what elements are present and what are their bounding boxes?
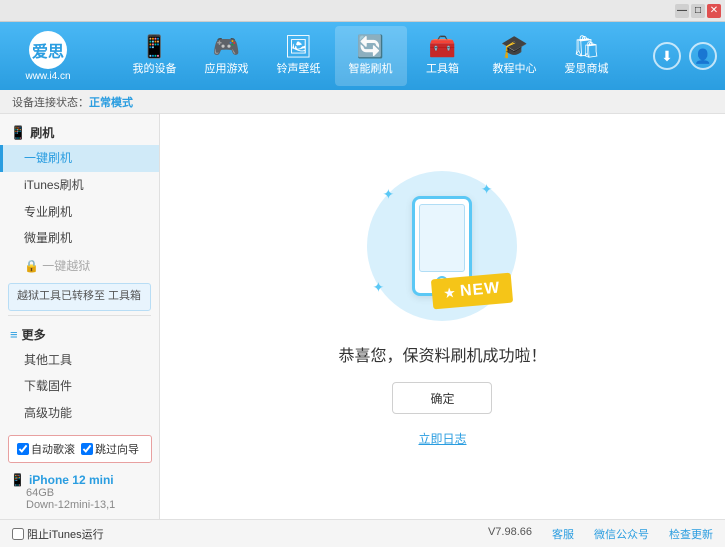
store-icon: 🛍 xyxy=(573,36,601,58)
nav-smart-flash-label: 智能刷机 xyxy=(349,60,393,76)
reboot-link[interactable]: 立即日志 xyxy=(418,430,466,447)
nav-bar: 📱 我的设备 🎮 应用游戏 🖼 铃声壁纸 🔄 智能刷机 🧰 工具箱 🎓 教程中心… xyxy=(96,26,645,86)
sidebar-item-advanced[interactable]: 高级功能 xyxy=(0,400,159,427)
main-layout: 📱 刷机 一键刷机 iTunes刷机 专业刷机 微量刷机 🔒 一键越狱 越狱工具… xyxy=(0,114,725,519)
tutorial-icon: 🎓 xyxy=(501,36,528,58)
sparkle-icon-2: ✦ xyxy=(481,181,493,198)
device-phone-icon: 📱 xyxy=(10,473,25,487)
flash-section-icon: 📱 xyxy=(10,125,26,141)
toolbox-icon: 🧰 xyxy=(429,36,456,58)
customer-service-link[interactable]: 客服 xyxy=(552,526,574,542)
phone-illustration: ✦ ✦ ✦ NEW xyxy=(362,166,522,326)
success-message: 恭喜您，保资料刷机成功啦！ xyxy=(338,342,546,366)
statusbar-left: 阻止iTunes运行 xyxy=(12,526,488,542)
statusbar-right: V7.98.66 客服 微信公众号 检查更新 xyxy=(488,526,713,542)
more-section-label: 更多 xyxy=(22,326,46,343)
itunes-block-checkbox[interactable] xyxy=(12,528,24,540)
new-badge: NEW xyxy=(431,273,514,310)
nav-store-label: 爱思商城 xyxy=(565,60,609,76)
jailbreak-label: 一键越狱 xyxy=(42,259,90,273)
nav-smart-flash[interactable]: 🔄 智能刷机 xyxy=(335,26,407,86)
sidebar-item-itunes-flash[interactable]: iTunes刷机 xyxy=(0,172,159,199)
titlebar: — □ ✕ xyxy=(0,0,725,22)
connection-bar: 设备连接状态： 正常模式 xyxy=(0,90,725,114)
version-text: V7.98.66 xyxy=(488,526,532,542)
device-section: 自动歌滚 跳过向导 📱 iPhone 12 mini 64GB Down-12m… xyxy=(0,435,160,517)
sidebar-divider-1 xyxy=(8,315,151,316)
nav-wallpaper[interactable]: 🖼 铃声壁纸 xyxy=(263,26,335,86)
wechat-public-link[interactable]: 微信公众号 xyxy=(594,526,649,542)
sidebar-more-section: ≡ 更多 xyxy=(0,320,159,347)
phone-screen xyxy=(419,204,465,272)
itunes-block-label[interactable]: 阻止iTunes运行 xyxy=(12,526,488,542)
nav-toolbox[interactable]: 🧰 工具箱 xyxy=(407,26,479,86)
close-button[interactable]: ✕ xyxy=(707,4,721,18)
skip-wizard-checkbox[interactable] xyxy=(81,443,93,455)
statusbar: 阻止iTunes运行 V7.98.66 客服 微信公众号 检查更新 xyxy=(0,519,725,547)
wallpaper-icon: 🖼 xyxy=(285,36,313,58)
nav-toolbox-label: 工具箱 xyxy=(426,60,459,76)
nav-apps[interactable]: 🎮 应用游戏 xyxy=(191,26,263,86)
download-button[interactable]: ⬇ xyxy=(653,42,681,70)
sidebar-item-pro-flash[interactable]: 专业刷机 xyxy=(0,199,159,226)
auto-dismiss-checkbox[interactable] xyxy=(17,443,29,455)
sidebar-item-wipe-flash[interactable]: 微量刷机 xyxy=(0,225,159,252)
sidebar-item-other-tools[interactable]: 其他工具 xyxy=(0,347,159,374)
nav-store[interactable]: 🛍 爱思商城 xyxy=(551,26,623,86)
nav-tutorial-label: 教程中心 xyxy=(493,60,537,76)
content-area: ✦ ✦ ✦ NEW 恭喜您，保资料刷机成功啦！ 确定 立即日志 xyxy=(160,114,725,519)
sidebar-item-download-firmware[interactable]: 下载固件 xyxy=(0,373,159,400)
confirm-button[interactable]: 确定 xyxy=(392,382,492,414)
smart-flash-icon: 🔄 xyxy=(357,36,384,58)
nav-wallpaper-label: 铃声壁纸 xyxy=(277,60,321,76)
header: 爱思 www.i4.cn 📱 我的设备 🎮 应用游戏 🖼 铃声壁纸 🔄 智能刷机… xyxy=(0,22,725,90)
sidebar-item-jailbreak-disabled: 🔒 一键越狱 xyxy=(0,252,159,279)
maximize-button[interactable]: □ xyxy=(691,4,705,18)
device-storage: 64GB xyxy=(10,487,150,499)
device-model: Down-12mini-13,1 xyxy=(10,499,150,511)
device-name: 📱 iPhone 12 mini xyxy=(10,473,150,487)
device-info: 📱 iPhone 12 mini 64GB Down-12mini-13,1 xyxy=(0,467,160,517)
logo-subtitle: www.i4.cn xyxy=(25,71,70,82)
minimize-button[interactable]: — xyxy=(675,4,689,18)
sparkle-icon-3: ✦ xyxy=(372,279,384,296)
header-right: ⬇ 👤 xyxy=(653,42,717,70)
more-section-icon: ≡ xyxy=(10,327,18,342)
check-update-link[interactable]: 检查更新 xyxy=(669,526,713,542)
success-area: ✦ ✦ ✦ NEW 恭喜您，保资料刷机成功啦！ 确定 立即日志 xyxy=(338,166,546,447)
auto-dismiss-checkbox-label[interactable]: 自动歌滚 xyxy=(17,441,75,457)
sidebar-flash-section: 📱 刷机 xyxy=(0,118,159,145)
skip-wizard-checkbox-label[interactable]: 跳过向导 xyxy=(81,441,139,457)
user-button[interactable]: 👤 xyxy=(689,42,717,70)
sidebar: 📱 刷机 一键刷机 iTunes刷机 专业刷机 微量刷机 🔒 一键越狱 越狱工具… xyxy=(0,114,160,519)
device-name-text: iPhone 12 mini xyxy=(29,473,114,487)
conn-status: 正常模式 xyxy=(89,94,133,110)
nav-tutorial[interactable]: 🎓 教程中心 xyxy=(479,26,551,86)
my-device-icon: 📱 xyxy=(141,36,168,58)
nav-apps-label: 应用游戏 xyxy=(205,60,249,76)
conn-prefix: 设备连接状态： xyxy=(12,94,89,110)
logo: 爱思 www.i4.cn xyxy=(8,28,88,84)
skip-wizard-label: 跳过向导 xyxy=(95,441,139,457)
device-checkboxes: 自动歌滚 跳过向导 xyxy=(8,435,152,463)
itunes-block-text: 阻止iTunes运行 xyxy=(27,526,104,542)
nav-my-device[interactable]: 📱 我的设备 xyxy=(119,26,191,86)
sparkle-icon-1: ✦ xyxy=(382,186,394,203)
flash-section-label: 刷机 xyxy=(30,124,54,141)
logo-icon: 爱思 xyxy=(29,31,67,69)
sidebar-jailbreak-note: 越狱工具已转移至 工具箱 xyxy=(8,283,151,310)
nav-my-device-label: 我的设备 xyxy=(133,60,177,76)
sidebar-item-one-click-flash[interactable]: 一键刷机 xyxy=(0,145,159,172)
auto-dismiss-label: 自动歌滚 xyxy=(31,441,75,457)
lock-icon: 🔒 xyxy=(24,259,42,273)
apps-icon: 🎮 xyxy=(213,36,240,58)
